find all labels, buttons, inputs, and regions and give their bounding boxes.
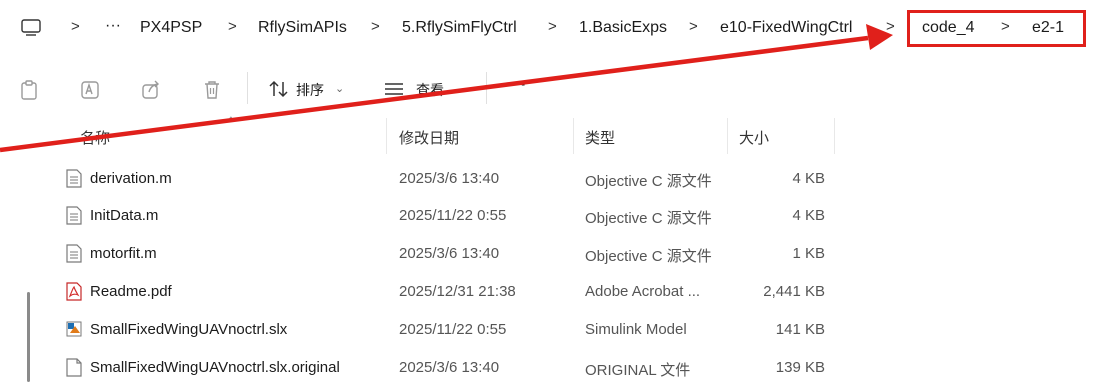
chevron-down-icon[interactable]: ⌄ [335, 82, 344, 95]
file-size: 4 KB [792, 170, 825, 187]
breadcrumb-separator-icon[interactable]: > [228, 18, 237, 35]
breadcrumb-separator-icon[interactable]: > [886, 18, 895, 35]
file-type: ORIGINAL 文件 [585, 362, 691, 379]
breadcrumb-separator-icon[interactable]: > [689, 18, 698, 35]
file-name: InitData.m [90, 207, 159, 224]
file-size: 141 KB [775, 321, 825, 338]
column-divider[interactable] [386, 118, 387, 154]
scrollbar-thumb[interactable] [27, 292, 30, 382]
file-size: 1 KB [792, 245, 825, 262]
file-name: derivation.m [90, 170, 172, 187]
file-row[interactable]: InitData.m 2025/11/22 0:55 Objective C 源… [0, 197, 1101, 235]
column-name-header[interactable]: 名称 [80, 127, 110, 148]
file-type: Objective C 源文件 [585, 173, 712, 190]
column-header [0, 118, 1101, 154]
file-size: 139 KB [775, 359, 825, 376]
breadcrumb-item-basicexps[interactable]: 1.BasicExps [579, 19, 667, 37]
computer-icon[interactable] [21, 19, 41, 42]
simulink-file-icon [66, 321, 82, 342]
column-divider[interactable] [573, 118, 574, 154]
file-name: motorfit.m [90, 245, 157, 262]
toolbar-divider [247, 72, 248, 104]
rename-icon[interactable] [80, 80, 100, 105]
file-row[interactable]: SmallFixedWingUAVnoctrl.slx 2025/11/22 0… [0, 311, 1101, 349]
sort-icon[interactable] [268, 80, 290, 103]
file-type: Adobe Acrobat ... [585, 283, 701, 300]
breadcrumb-separator-icon[interactable]: > [71, 18, 80, 35]
column-divider[interactable] [834, 118, 835, 154]
file-name: Readme.pdf [90, 283, 172, 300]
file-type: Objective C 源文件 [585, 248, 712, 265]
column-divider[interactable] [727, 118, 728, 154]
file-date: 2025/3/6 13:40 [399, 245, 500, 262]
address-bar[interactable]: > ··· PX4PSP > RflySimAPIs > 5.RflySimFl… [0, 0, 1101, 58]
file-date: 2025/11/22 0:55 [399, 321, 507, 338]
paste-icon[interactable] [20, 80, 38, 105]
command-bar [0, 58, 1101, 122]
breadcrumb-overflow[interactable]: ··· [105, 17, 121, 35]
more-options-button[interactable]: ··· [505, 74, 528, 97]
file-type: Objective C 源文件 [585, 210, 712, 227]
file-size: 2,441 KB [763, 283, 825, 300]
file-name: SmallFixedWingUAVnoctrl.slx.original [90, 359, 340, 376]
file-date: 2025/12/31 21:38 [399, 283, 516, 300]
file-date: 2025/3/6 13:40 [399, 170, 500, 187]
text-file-icon [66, 206, 82, 230]
blank-file-icon [66, 358, 82, 382]
column-date-header[interactable]: 修改日期 [399, 127, 459, 148]
view-button[interactable]: 查看 [416, 80, 444, 100]
column-size-header[interactable]: 大小 [739, 127, 769, 148]
share-icon[interactable] [141, 80, 161, 105]
file-name: SmallFixedWingUAVnoctrl.slx [90, 321, 288, 338]
breadcrumb-separator-icon[interactable]: > [371, 18, 380, 35]
sort-button[interactable]: 排序 [296, 80, 324, 100]
breadcrumb-item-fixedwingctrl[interactable]: e10-FixedWingCtrl [720, 19, 852, 37]
breadcrumb-item-px4psp[interactable]: PX4PSP [140, 19, 202, 37]
file-row[interactable]: SmallFixedWingUAVnoctrl.slx.original 202… [0, 349, 1101, 387]
highlight-box [907, 10, 1086, 47]
file-row[interactable]: Readme.pdf 2025/12/31 21:38 Adobe Acroba… [0, 273, 1101, 311]
sort-ascending-icon: ^ [228, 114, 234, 128]
toolbar-divider [486, 72, 487, 104]
text-file-icon [66, 169, 82, 193]
file-row[interactable]: motorfit.m 2025/3/6 13:40 Objective C 源文… [0, 235, 1101, 273]
file-size: 4 KB [792, 207, 825, 224]
delete-icon[interactable] [203, 80, 221, 105]
breadcrumb-separator-icon[interactable]: > [548, 18, 557, 35]
breadcrumb-item-rflysimapis[interactable]: RflySimAPIs [258, 19, 347, 37]
pdf-file-icon [66, 282, 82, 306]
file-type: Simulink Model [585, 321, 687, 338]
file-date: 2025/3/6 13:40 [399, 359, 500, 376]
file-row[interactable]: derivation.m 2025/3/6 13:40 Objective C … [0, 160, 1101, 198]
file-date: 2025/11/22 0:55 [399, 207, 507, 224]
text-file-icon [66, 244, 82, 268]
breadcrumb-item-flyctrl[interactable]: 5.RflySimFlyCtrl [402, 19, 517, 37]
column-type-header[interactable]: 类型 [585, 127, 615, 148]
view-icon[interactable] [384, 82, 404, 101]
